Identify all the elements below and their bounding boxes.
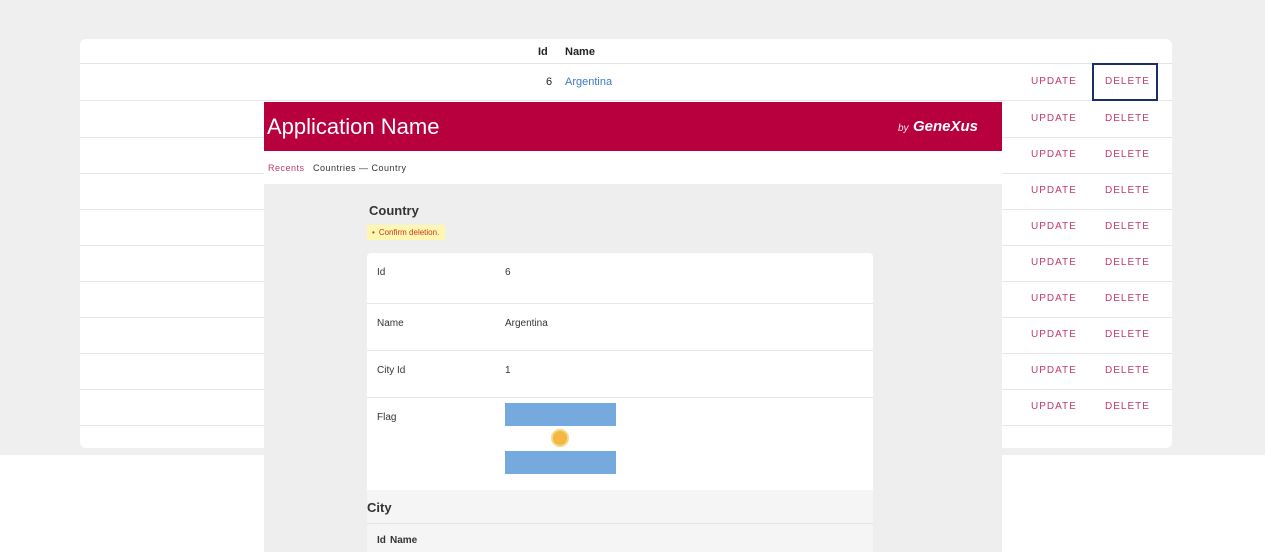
breadcrumb-recents[interactable]: Recents [268,163,305,173]
update-button[interactable]: UPDATE [1031,293,1077,304]
grid-header: Id Name [80,39,1172,64]
delete-button[interactable]: DELETE [1105,329,1150,340]
delete-button[interactable]: DELETE [1105,293,1150,304]
city-section-title: City [367,500,392,515]
update-button[interactable]: UPDATE [1031,401,1077,412]
delete-button[interactable]: DELETE [1105,185,1150,196]
field-label: Flag [377,412,397,423]
bullet-icon: • [372,228,375,237]
table-row: 6 Argentina UPDATE DELETE [80,64,1172,101]
page-title: Country [369,203,419,218]
delete-button[interactable]: DELETE [1105,257,1150,268]
field-row-city-id: City Id 1 [367,351,873,398]
delete-button[interactable]: DELETE [1105,365,1150,376]
update-button[interactable]: UPDATE [1031,257,1077,268]
confirm-message: • Confirm deletion. [367,225,446,240]
column-header-name[interactable]: Name [565,46,595,58]
field-value: 1 [505,365,511,376]
city-column-name[interactable]: Name [390,535,417,546]
delete-button[interactable]: DELETE [1105,149,1150,160]
update-button[interactable]: UPDATE [1031,76,1077,87]
cell-id: 6 [546,76,553,88]
update-button[interactable]: UPDATE [1031,185,1077,196]
sun-icon [553,431,567,445]
field-row-flag: Flag [367,398,873,490]
city-grid-header: Id Name [367,523,873,552]
update-button[interactable]: UPDATE [1031,329,1077,340]
breadcrumb: Recents Countries — Country [264,151,1002,184]
delete-button[interactable]: DELETE [1105,221,1150,232]
breadcrumb-path: Countries — Country [313,163,407,173]
app-header: Application Name by GeneXus [264,102,1002,151]
field-row-name: Name Argentina [367,304,873,351]
delete-button[interactable]: DELETE [1105,113,1150,124]
field-label: Id [377,267,386,278]
brand-name: GeneXus [912,118,978,135]
field-value: 6 [505,267,511,278]
field-row-id: Id 6 [367,253,873,304]
field-label: Name [377,318,404,329]
update-button[interactable]: UPDATE [1031,221,1077,232]
city-column-id[interactable]: Id [377,535,386,546]
brand-by: by [897,123,909,134]
update-button[interactable]: UPDATE [1031,365,1077,376]
delete-button[interactable]: DELETE [1105,401,1150,412]
column-header-id[interactable]: Id [538,46,548,58]
field-label: City Id [377,365,406,376]
update-button[interactable]: UPDATE [1031,113,1077,124]
delete-button-highlight [1092,63,1158,101]
country-name-link[interactable]: Argentina [565,76,612,88]
app-title[interactable]: Application Name [267,114,439,140]
genexus-logo: by GeneXus [898,118,978,136]
flag-image [505,403,616,474]
country-delete-window: Application Name by GeneXus Recents Coun… [264,102,1002,552]
confirm-message-text: Confirm deletion. [378,228,440,237]
update-button[interactable]: UPDATE [1031,149,1077,160]
field-value: Argentina [505,318,548,329]
